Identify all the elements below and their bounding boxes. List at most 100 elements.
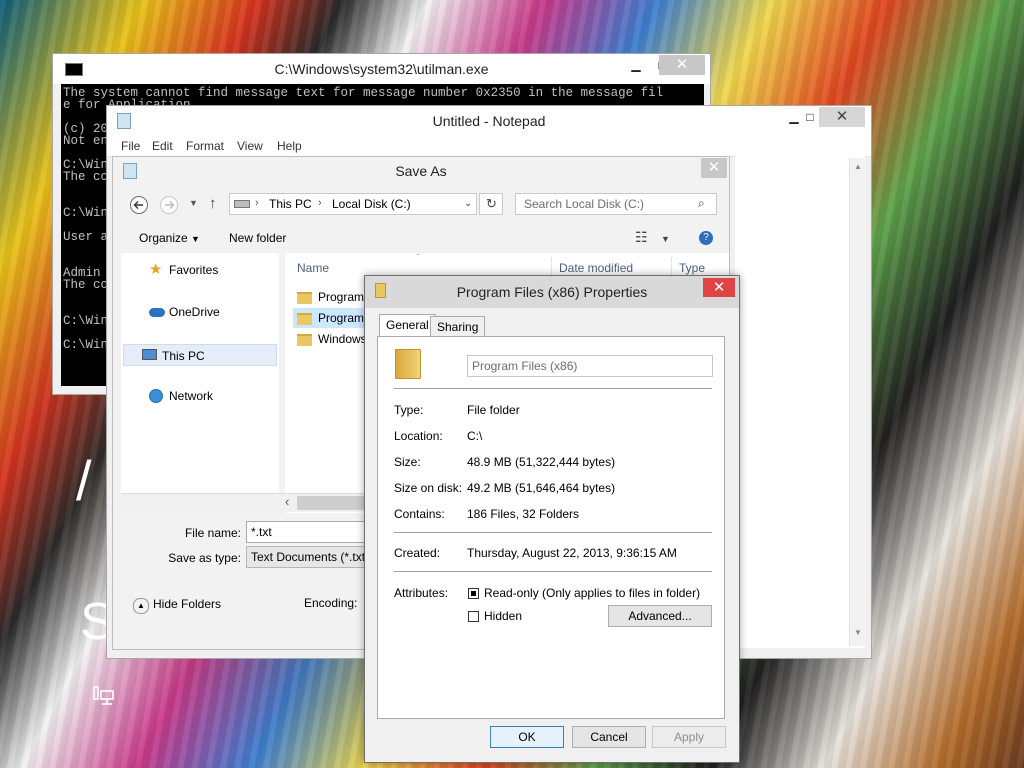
separator [394,571,712,572]
console-line: C:\Win [63,206,109,220]
notepad-titlebar[interactable]: Untitled - Notepad ▁ □ ✕ [107,106,871,136]
refresh-button[interactable]: ↻ [479,193,503,215]
save-as-title: Save As [395,163,447,179]
size-label: Size: [394,455,421,469]
console-line: Not en [63,134,109,148]
scroll-left-icon[interactable]: ‹ [285,494,289,509]
scroll-down-icon[interactable]: ▼ [854,628,862,637]
scrollbar-thumb[interactable] [297,496,365,510]
search-icon[interactable]: ⌕ [698,196,705,211]
file-name-label: File name: [184,526,241,540]
address-dropdown-icon[interactable]: ⌄ [464,198,472,209]
cloud-icon [149,308,165,317]
notepad-close-button[interactable]: ✕ [819,107,865,127]
apply-button[interactable]: Apply [652,726,726,748]
folder-icon [297,291,312,304]
notepad-title: Untitled - Notepad [432,113,546,129]
menu-help[interactable]: Help [277,139,302,153]
search-box[interactable]: Search Local Disk (C:) ⌕ [515,193,717,215]
cmd-titlebar[interactable]: C:\Windows\system32\utilman.exe ▁ □ ✕ [53,54,710,84]
size-on-disk-label: Size on disk: [394,481,463,495]
breadcrumb-separator-icon: › [255,197,259,209]
advanced-button[interactable]: Advanced... [608,605,712,627]
column-header-type[interactable]: Type [679,261,705,275]
tab-general[interactable]: General [379,314,436,337]
view-options-icon[interactable]: ☷ [635,229,648,246]
location-value: C:\ [467,429,483,443]
save-as-close-button[interactable]: ✕ [701,158,727,178]
nav-favorites[interactable]: ★ Favorites [129,259,285,281]
navigation-pane: ★ Favorites OneDrive This PC Network [121,253,279,503]
properties-close-button[interactable]: ✕ [703,278,735,297]
scroll-up-icon[interactable]: ▲ [854,162,862,171]
properties-title: Program Files (x86) Properties [456,284,648,300]
console-line: The co [63,170,109,184]
back-arrow-icon[interactable] [129,195,149,215]
nav-this-pc[interactable]: This PC [123,344,277,366]
cancel-button[interactable]: Cancel [572,726,646,748]
readonly-label[interactable]: Read-only (Only applies to files in fold… [484,586,700,600]
file-row[interactable]: Program [297,287,364,307]
ok-button[interactable]: OK [490,726,564,748]
folder-name-input[interactable]: Program Files (x86) [467,355,713,377]
sort-indicator-icon: ˆ [417,253,420,262]
save-as-type-label: Save as type: [168,551,241,565]
column-divider[interactable] [671,257,672,277]
separator [394,532,712,533]
refresh-icon: ↻ [486,196,497,211]
chevron-up-icon: ▲ [133,598,149,614]
view-dropdown-icon[interactable]: ▼ [661,234,670,244]
properties-titlebar[interactable]: Program Files (x86) Properties ✕ [365,276,739,308]
location-label: Location: [394,429,443,443]
console-line: User a [63,230,109,244]
file-name-input[interactable]: *.txt [246,521,366,543]
column-divider[interactable] [551,257,552,277]
size-on-disk-value: 49.2 MB (51,646,464 bytes) [467,481,616,495]
lock-screen-time-glyph: / [76,449,92,512]
created-value: Thursday, August 22, 2013, 9:36:15 AM [467,546,677,560]
folder-large-icon [395,349,421,379]
attributes-label: Attributes: [394,586,449,600]
console-line: C:\Win [63,314,109,328]
type-value: File folder [467,403,520,417]
menu-edit[interactable]: Edit [152,139,173,153]
menu-view[interactable]: View [237,139,263,153]
hidden-label[interactable]: Hidden [484,609,522,623]
address-bar[interactable]: › This PC › Local Disk (C:) ⌄ [229,193,477,215]
up-arrow-icon[interactable]: ↑ [209,195,217,212]
breadcrumb-local-disk[interactable]: Local Disk (C:) [332,197,411,211]
notepad-text-area[interactable] [735,156,865,648]
column-header-date[interactable]: Date modified [559,261,633,275]
menu-format[interactable]: Format [186,139,224,153]
cmd-close-button[interactable]: ✕ [659,55,705,75]
network-icon[interactable] [92,684,116,708]
menu-file[interactable]: File [121,139,140,153]
help-icon[interactable]: ? [699,231,713,245]
new-folder-button[interactable]: New folder [229,231,286,245]
column-header-name[interactable]: Name [297,261,329,275]
file-row[interactable]: Program [293,308,365,328]
forward-arrow-icon[interactable] [159,195,179,215]
tab-sharing[interactable]: Sharing [430,316,486,336]
nav-onedrive[interactable]: OneDrive [129,301,285,323]
cmd-title: C:\Windows\system32\utilman.exe [274,61,489,77]
recent-locations-chevron-icon[interactable]: ▼ [189,198,198,208]
general-panel: Program Files (x86) Type: File folder Lo… [377,336,725,719]
hidden-checkbox[interactable] [468,611,479,622]
file-row[interactable]: Windows [297,329,367,349]
network-globe-icon [149,389,163,403]
properties-dialog[interactable]: Program Files (x86) Properties ✕ General… [364,275,740,763]
console-line: C:\Win [63,338,109,352]
drive-icon [234,200,250,208]
hide-folders-button[interactable]: ▲ Hide Folders [133,597,221,614]
notepad-vertical-scrollbar[interactable]: ▲ ▼ [849,158,866,646]
breadcrumb-this-pc[interactable]: This PC [269,197,312,211]
contains-label: Contains: [394,507,445,521]
created-label: Created: [394,546,441,560]
organize-menu[interactable]: Organize ▼ [139,231,200,245]
nav-network[interactable]: Network [129,385,285,407]
save-as-titlebar[interactable]: Save As ✕ [113,157,729,185]
folder-icon [297,333,312,346]
readonly-checkbox[interactable] [468,588,479,599]
save-as-type-select[interactable]: Text Documents (*.txt [246,546,366,568]
